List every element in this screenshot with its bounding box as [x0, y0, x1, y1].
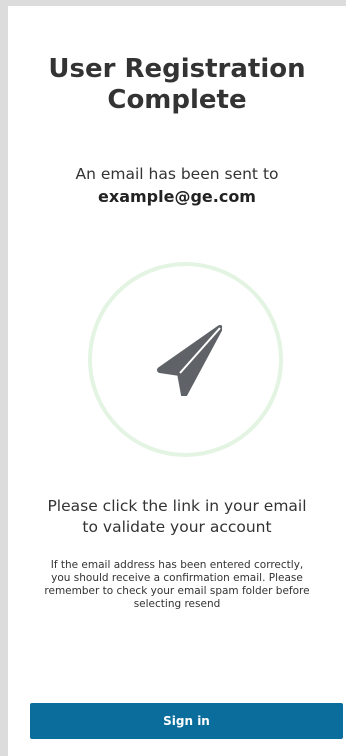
title-line-2: Complete: [107, 85, 247, 115]
sign-in-button[interactable]: Sign in: [30, 703, 343, 739]
email-sent-message: An email has been sent to: [75, 165, 279, 183]
title-line-1: User Registration: [48, 54, 306, 84]
validate-instruction: Please click the link in your email to v…: [8, 496, 346, 538]
registration-card: User Registration Complete An email has …: [8, 6, 346, 756]
email-address: example@ge.com: [98, 187, 256, 206]
paper-plane-icon: [157, 325, 222, 396]
validate-line-2: to validate your account: [82, 518, 272, 536]
page-title: User Registration Complete: [8, 54, 346, 116]
spam-folder-notice: If the email address has been entered co…: [44, 559, 310, 610]
validate-line-1: Please click the link in your email: [47, 497, 307, 515]
